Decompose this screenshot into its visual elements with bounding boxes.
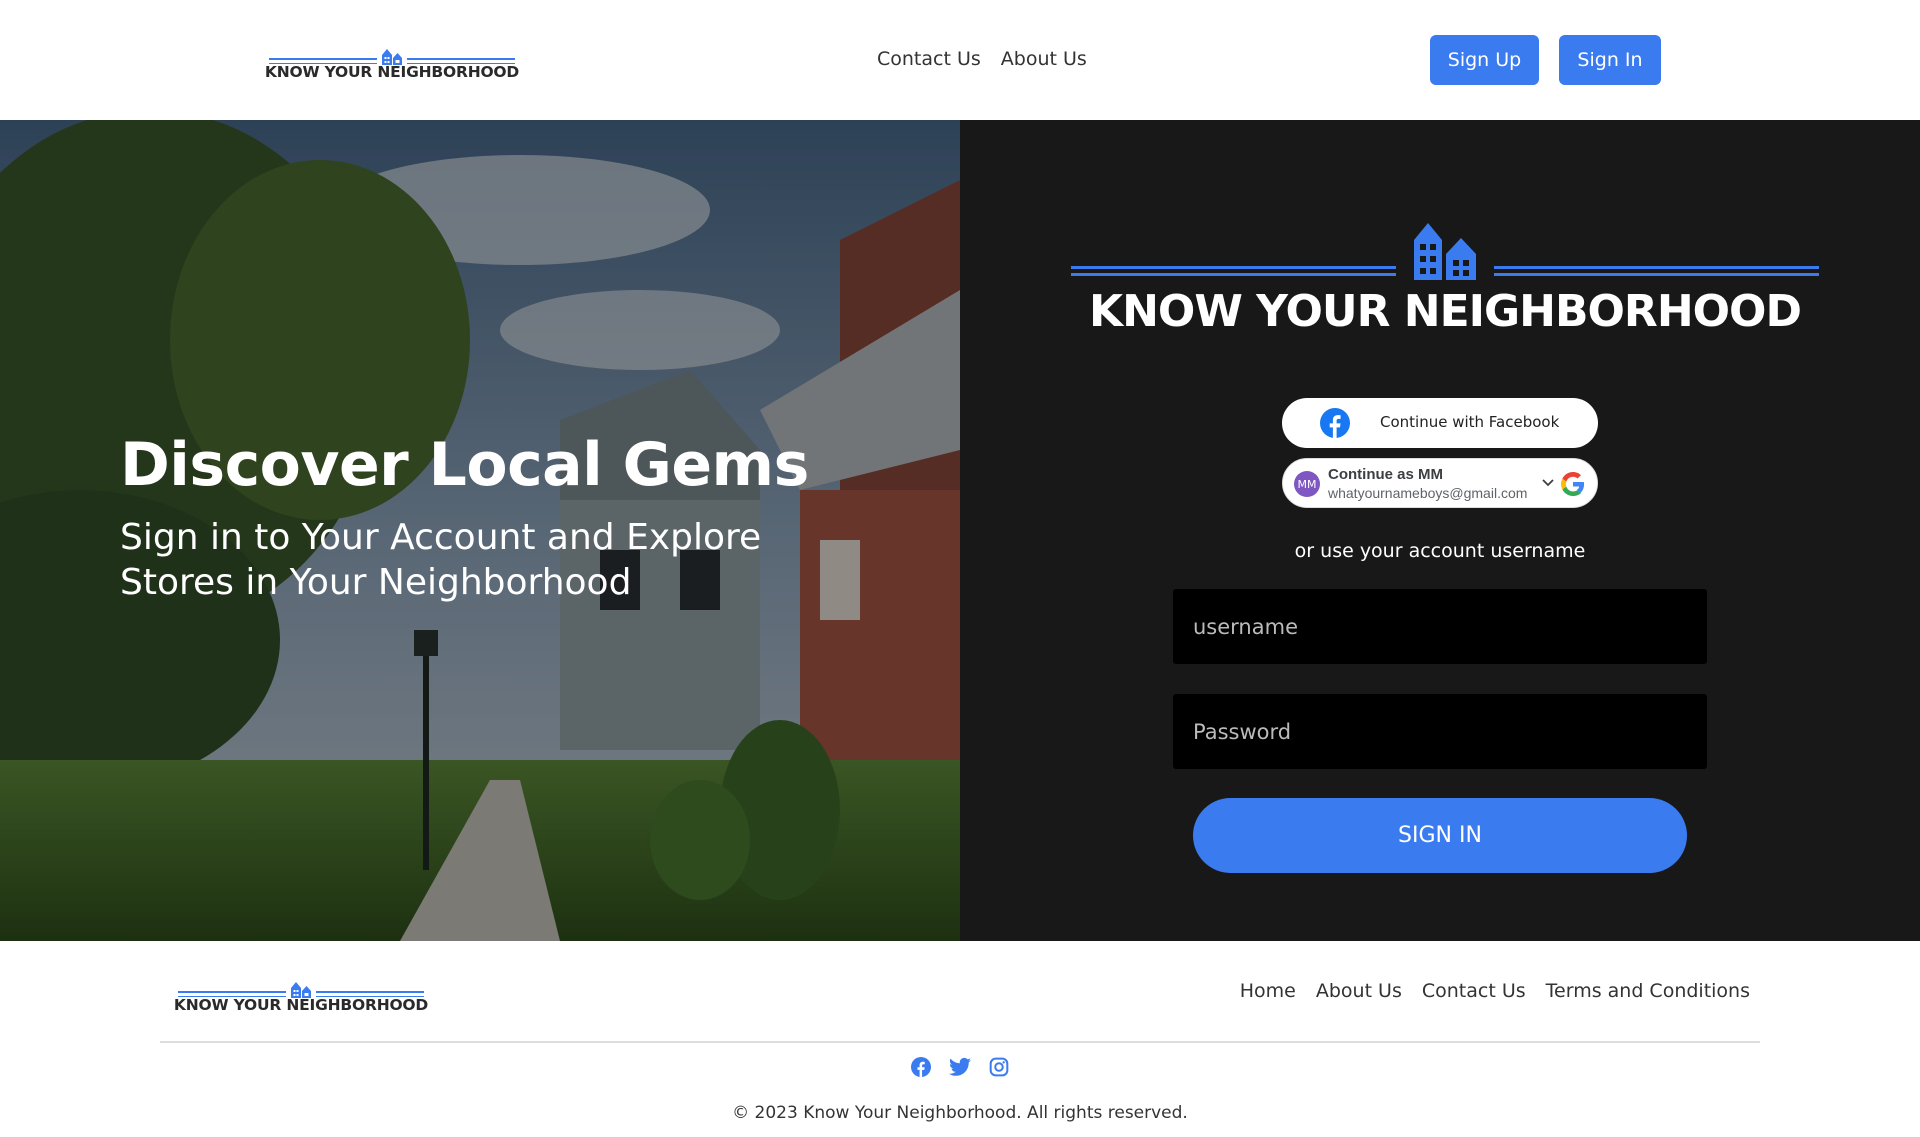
- footer-divider: [160, 1041, 1760, 1043]
- footer-logo[interactable]: KNOW YOUR NEIGHBORHOOD: [174, 977, 428, 1014]
- facebook-icon: [1320, 408, 1350, 438]
- header-nav: Contact Us About Us: [877, 48, 1087, 70]
- or-divider-text: or use your account username: [1294, 540, 1586, 562]
- copyright-text: © 2023 Know Your Neighborhood. All right…: [732, 1103, 1188, 1123]
- facebook-icon[interactable]: [911, 1057, 931, 1077]
- top-navbar: KNOW YOUR NEIGHBORHOOD Contact Us About …: [0, 0, 1920, 120]
- footer-nav: Home About Us Contact Us Terms and Condi…: [1240, 980, 1750, 1002]
- logo-text: KNOW YOUR NEIGHBORHOOD: [173, 996, 429, 1014]
- facebook-button-label: Continue with Facebook: [1380, 413, 1560, 431]
- sign-in-button[interactable]: Sign In: [1559, 35, 1661, 85]
- hero-title: Discover Local Gems: [120, 430, 809, 500]
- logo-graphic: [1071, 216, 1819, 282]
- chevron-down-icon[interactable]: [1542, 479, 1554, 487]
- sign-in-submit-button[interactable]: SIGN IN: [1193, 798, 1687, 873]
- logo-text: KNOW YOUR NEIGHBORHOOD: [1089, 286, 1802, 337]
- google-icon: [1561, 472, 1585, 496]
- hero-section: Discover Local Gems Sign in to Your Acco…: [0, 120, 960, 941]
- footer: KNOW YOUR NEIGHBORHOOD Home About Us Con…: [0, 941, 1920, 1137]
- google-account-name: Continue as MM: [1328, 466, 1443, 483]
- panel-logo: KNOW YOUR NEIGHBORHOOD: [1071, 216, 1819, 337]
- hero-subtitle: Sign in to Your Account and Explore Stor…: [120, 517, 762, 603]
- continue-with-google-button[interactable]: MM Continue as MM whatyournameboys@gmail…: [1282, 458, 1598, 508]
- sign-up-button[interactable]: Sign Up: [1430, 35, 1539, 85]
- header-logo[interactable]: KNOW YOUR NEIGHBORHOOD: [265, 44, 519, 81]
- continue-with-facebook-button[interactable]: Continue with Facebook: [1282, 398, 1598, 448]
- social-links: [0, 1057, 1920, 1077]
- nav-about-us[interactable]: About Us: [1001, 48, 1087, 70]
- google-account-email: whatyournameboys@gmail.com: [1328, 485, 1528, 501]
- password-input[interactable]: [1173, 694, 1707, 769]
- logo-text: KNOW YOUR NEIGHBORHOOD: [264, 63, 520, 81]
- sign-in-panel: KNOW YOUR NEIGHBORHOOD Continue with Fac…: [960, 120, 1920, 941]
- footer-link-about-us[interactable]: About Us: [1316, 980, 1402, 1002]
- footer-link-terms[interactable]: Terms and Conditions: [1546, 980, 1750, 1002]
- instagram-icon[interactable]: [989, 1057, 1009, 1077]
- footer-link-home[interactable]: Home: [1240, 980, 1296, 1002]
- houses-icon: [1414, 223, 1476, 280]
- nav-contact-us[interactable]: Contact Us: [877, 48, 981, 70]
- username-input[interactable]: [1173, 589, 1707, 664]
- footer-link-contact-us[interactable]: Contact Us: [1422, 980, 1526, 1002]
- avatar: MM: [1294, 471, 1320, 497]
- twitter-icon[interactable]: [949, 1057, 971, 1077]
